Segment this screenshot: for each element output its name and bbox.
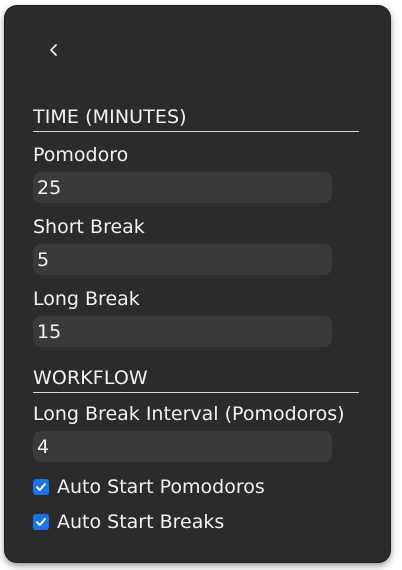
checkmark-icon xyxy=(36,518,46,526)
back-button[interactable] xyxy=(40,36,68,64)
long-break-interval-input[interactable] xyxy=(33,431,332,462)
checkmark-icon xyxy=(36,483,46,491)
settings-panel: TIME (MINUTES) Pomodoro Short Break Long… xyxy=(5,6,390,562)
auto-start-breaks-checkbox[interactable] xyxy=(33,514,49,530)
auto-start-pomodoros-checkbox[interactable] xyxy=(33,479,49,495)
short-break-label: Short Break xyxy=(33,216,145,238)
time-section-title: TIME (MINUTES) xyxy=(33,106,359,132)
auto-start-pomodoros-toggle[interactable]: Auto Start Pomodoros xyxy=(33,476,265,498)
long-break-input[interactable] xyxy=(33,316,332,347)
long-break-label: Long Break xyxy=(33,288,140,310)
auto-start-breaks-toggle[interactable]: Auto Start Breaks xyxy=(33,511,224,533)
chevron-left-icon xyxy=(50,44,57,56)
pomodoro-input[interactable] xyxy=(33,172,332,203)
workflow-section-title: WORKFLOW xyxy=(33,367,359,393)
pomodoro-label: Pomodoro xyxy=(33,144,129,166)
auto-start-breaks-label: Auto Start Breaks xyxy=(57,511,225,533)
auto-start-pomodoros-label: Auto Start Pomodoros xyxy=(57,476,265,498)
short-break-input[interactable] xyxy=(33,244,332,275)
long-break-interval-label: Long Break Interval (Pomodoros) xyxy=(33,403,345,425)
